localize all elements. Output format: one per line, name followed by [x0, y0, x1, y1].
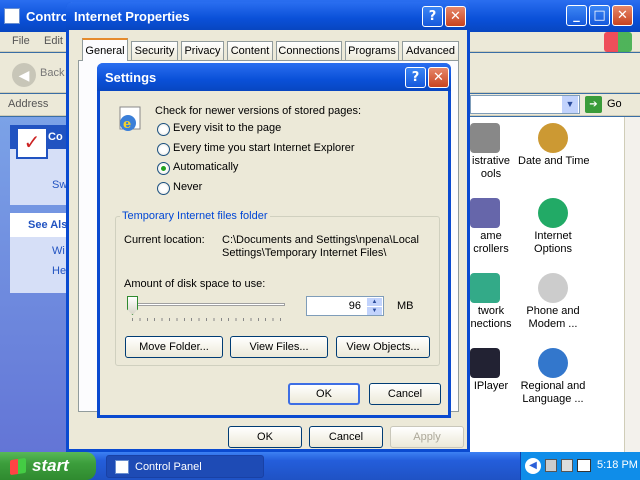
tab-advanced[interactable]: Advanced: [402, 41, 459, 60]
windows-logo-icon: [604, 32, 632, 52]
control-panel-item-icon[interactable]: [470, 348, 500, 378]
network-icon[interactable]: [545, 459, 557, 472]
control-panel-item-label[interactable]: twork nections: [466, 305, 516, 331]
taskbar-item-control-panel[interactable]: Control Panel: [106, 455, 264, 478]
radio-label[interactable]: Every visit to the page: [173, 122, 281, 134]
internet-properties-title: Internet Properties: [74, 9, 190, 24]
cancel-button[interactable]: Cancel: [369, 383, 441, 405]
system-tray: ◀ 5:18 PM: [520, 452, 640, 480]
current-location-line2: Settings\Temporary Internet Files\: [222, 247, 387, 259]
tab-connections[interactable]: Connections: [276, 41, 342, 60]
tab-privacy[interactable]: Privacy: [181, 41, 224, 60]
control-panel-item-icon[interactable]: [470, 198, 500, 228]
maximize-button[interactable]: □: [589, 5, 610, 26]
internet-explorer-icon: e: [114, 105, 144, 135]
radio-2[interactable]: [157, 162, 170, 175]
taskbar: start Control Panel ◀ 5:18 PM: [0, 452, 640, 480]
tab-general[interactable]: General: [82, 38, 128, 61]
tray-expand-icon[interactable]: ◀: [525, 458, 541, 474]
menu-file[interactable]: File: [12, 35, 30, 47]
control-panel-item-label[interactable]: Internet Options: [518, 230, 588, 256]
back-label[interactable]: Back: [40, 67, 64, 79]
radio-label[interactable]: Never: [173, 181, 202, 193]
control-panel-big-icon: ✓: [16, 127, 48, 159]
move-folder-button[interactable]: Move Folder...: [125, 336, 223, 358]
go-label[interactable]: Go: [607, 98, 622, 110]
control-panel-item-icon[interactable]: [538, 198, 568, 228]
radio-label[interactable]: Every time you start Internet Explorer: [173, 142, 355, 154]
disk-space-input[interactable]: 96 ▲ ▼: [306, 296, 384, 316]
clock: 5:18 PM: [597, 459, 638, 471]
start-label: start: [32, 456, 69, 475]
volume-icon[interactable]: [561, 459, 573, 472]
see-also-title: See Als: [28, 219, 68, 231]
radio-0[interactable]: [157, 123, 170, 136]
view-files-button[interactable]: View Files...: [230, 336, 328, 358]
scrollbar[interactable]: [624, 117, 640, 452]
display-icon[interactable]: [577, 459, 591, 472]
settings-titlebar: Settings ? ✕: [97, 63, 451, 91]
close-button[interactable]: ✕: [612, 5, 633, 26]
cancel-button[interactable]: Cancel: [309, 426, 383, 448]
radio-3[interactable]: [157, 181, 170, 195]
control-panel-item-label[interactable]: Regional and Language ...: [518, 380, 588, 406]
see-also-box: See Als Wi He: [10, 213, 70, 293]
disk-space-unit: MB: [397, 300, 414, 312]
control-panel-item-label[interactable]: Date and Time: [518, 155, 590, 168]
control-panel-item-label[interactable]: IPlayer: [466, 380, 516, 393]
taskbar-item-label: Control Panel: [135, 461, 202, 473]
view-objects-button[interactable]: View Objects...: [336, 336, 430, 358]
help-button[interactable]: ?: [422, 6, 443, 27]
check-label: Check for newer versions of stored pages…: [155, 105, 362, 117]
back-arrow-icon[interactable]: ◀: [12, 63, 36, 87]
svg-text:e: e: [123, 117, 131, 132]
current-location-line1: C:\Documents and Settings\npena\Local: [222, 234, 419, 246]
spin-up-icon[interactable]: ▲: [367, 298, 382, 306]
control-panel-icon: [4, 8, 20, 24]
close-button[interactable]: ✕: [445, 6, 466, 27]
tab-programs[interactable]: Programs: [345, 41, 399, 60]
spin-down-icon[interactable]: ▼: [367, 307, 382, 315]
windows-flag-icon: [10, 457, 26, 476]
task-item[interactable]: Sw: [52, 179, 67, 191]
address-label: Address: [8, 98, 49, 110]
disk-space-value: 96: [348, 300, 361, 312]
control-panel-item-icon[interactable]: [538, 348, 568, 378]
task-pane: Co Sw ✓ See Als Wi He: [0, 117, 70, 452]
close-button[interactable]: ✕: [428, 67, 449, 88]
tab-content[interactable]: Content: [227, 41, 273, 60]
see-also-link-2[interactable]: He: [52, 265, 66, 277]
radio-1[interactable]: [157, 142, 170, 156]
go-arrow-icon[interactable]: ➔: [585, 96, 602, 113]
help-button[interactable]: ?: [405, 67, 426, 88]
control-panel-title: Contro: [26, 9, 69, 24]
ok-button[interactable]: OK: [288, 383, 360, 405]
control-panel-icon: [115, 460, 129, 474]
tab-security[interactable]: Security: [131, 41, 178, 60]
ok-button[interactable]: OK: [228, 426, 302, 448]
radio-label[interactable]: Automatically: [173, 161, 238, 173]
see-also-link-1[interactable]: Wi: [52, 245, 65, 257]
control-panel-item-icon[interactable]: [470, 123, 500, 153]
menu-edit[interactable]: Edit: [44, 35, 63, 47]
task-box-title: Co: [48, 131, 63, 143]
control-panel-item-icon[interactable]: [470, 273, 500, 303]
apply-button: Apply: [390, 426, 464, 448]
slider-track: [130, 303, 285, 306]
settings-title: Settings: [105, 70, 157, 85]
slider-ticks: [132, 318, 282, 321]
control-panel-item-icon[interactable]: [538, 123, 568, 153]
control-panel-item-label[interactable]: Phone and Modem ...: [518, 305, 588, 331]
control-panel-item-icon[interactable]: [538, 273, 568, 303]
address-dropdown-icon[interactable]: ▼: [562, 96, 578, 113]
current-location-label: Current location:: [124, 234, 205, 246]
internet-properties-titlebar: Internet Properties ? ✕: [66, 2, 470, 30]
start-button[interactable]: start: [0, 452, 96, 480]
control-panel-item-label[interactable]: istrative ools: [466, 155, 516, 181]
minimize-button[interactable]: _: [566, 5, 587, 26]
group-title: Temporary Internet files folder: [120, 210, 270, 222]
disk-space-label: Amount of disk space to use:: [124, 278, 266, 290]
control-panel-item-label[interactable]: ame crollers: [466, 230, 516, 256]
settings-dialog: Settings ? ✕ e Check for newer versions …: [97, 63, 451, 418]
